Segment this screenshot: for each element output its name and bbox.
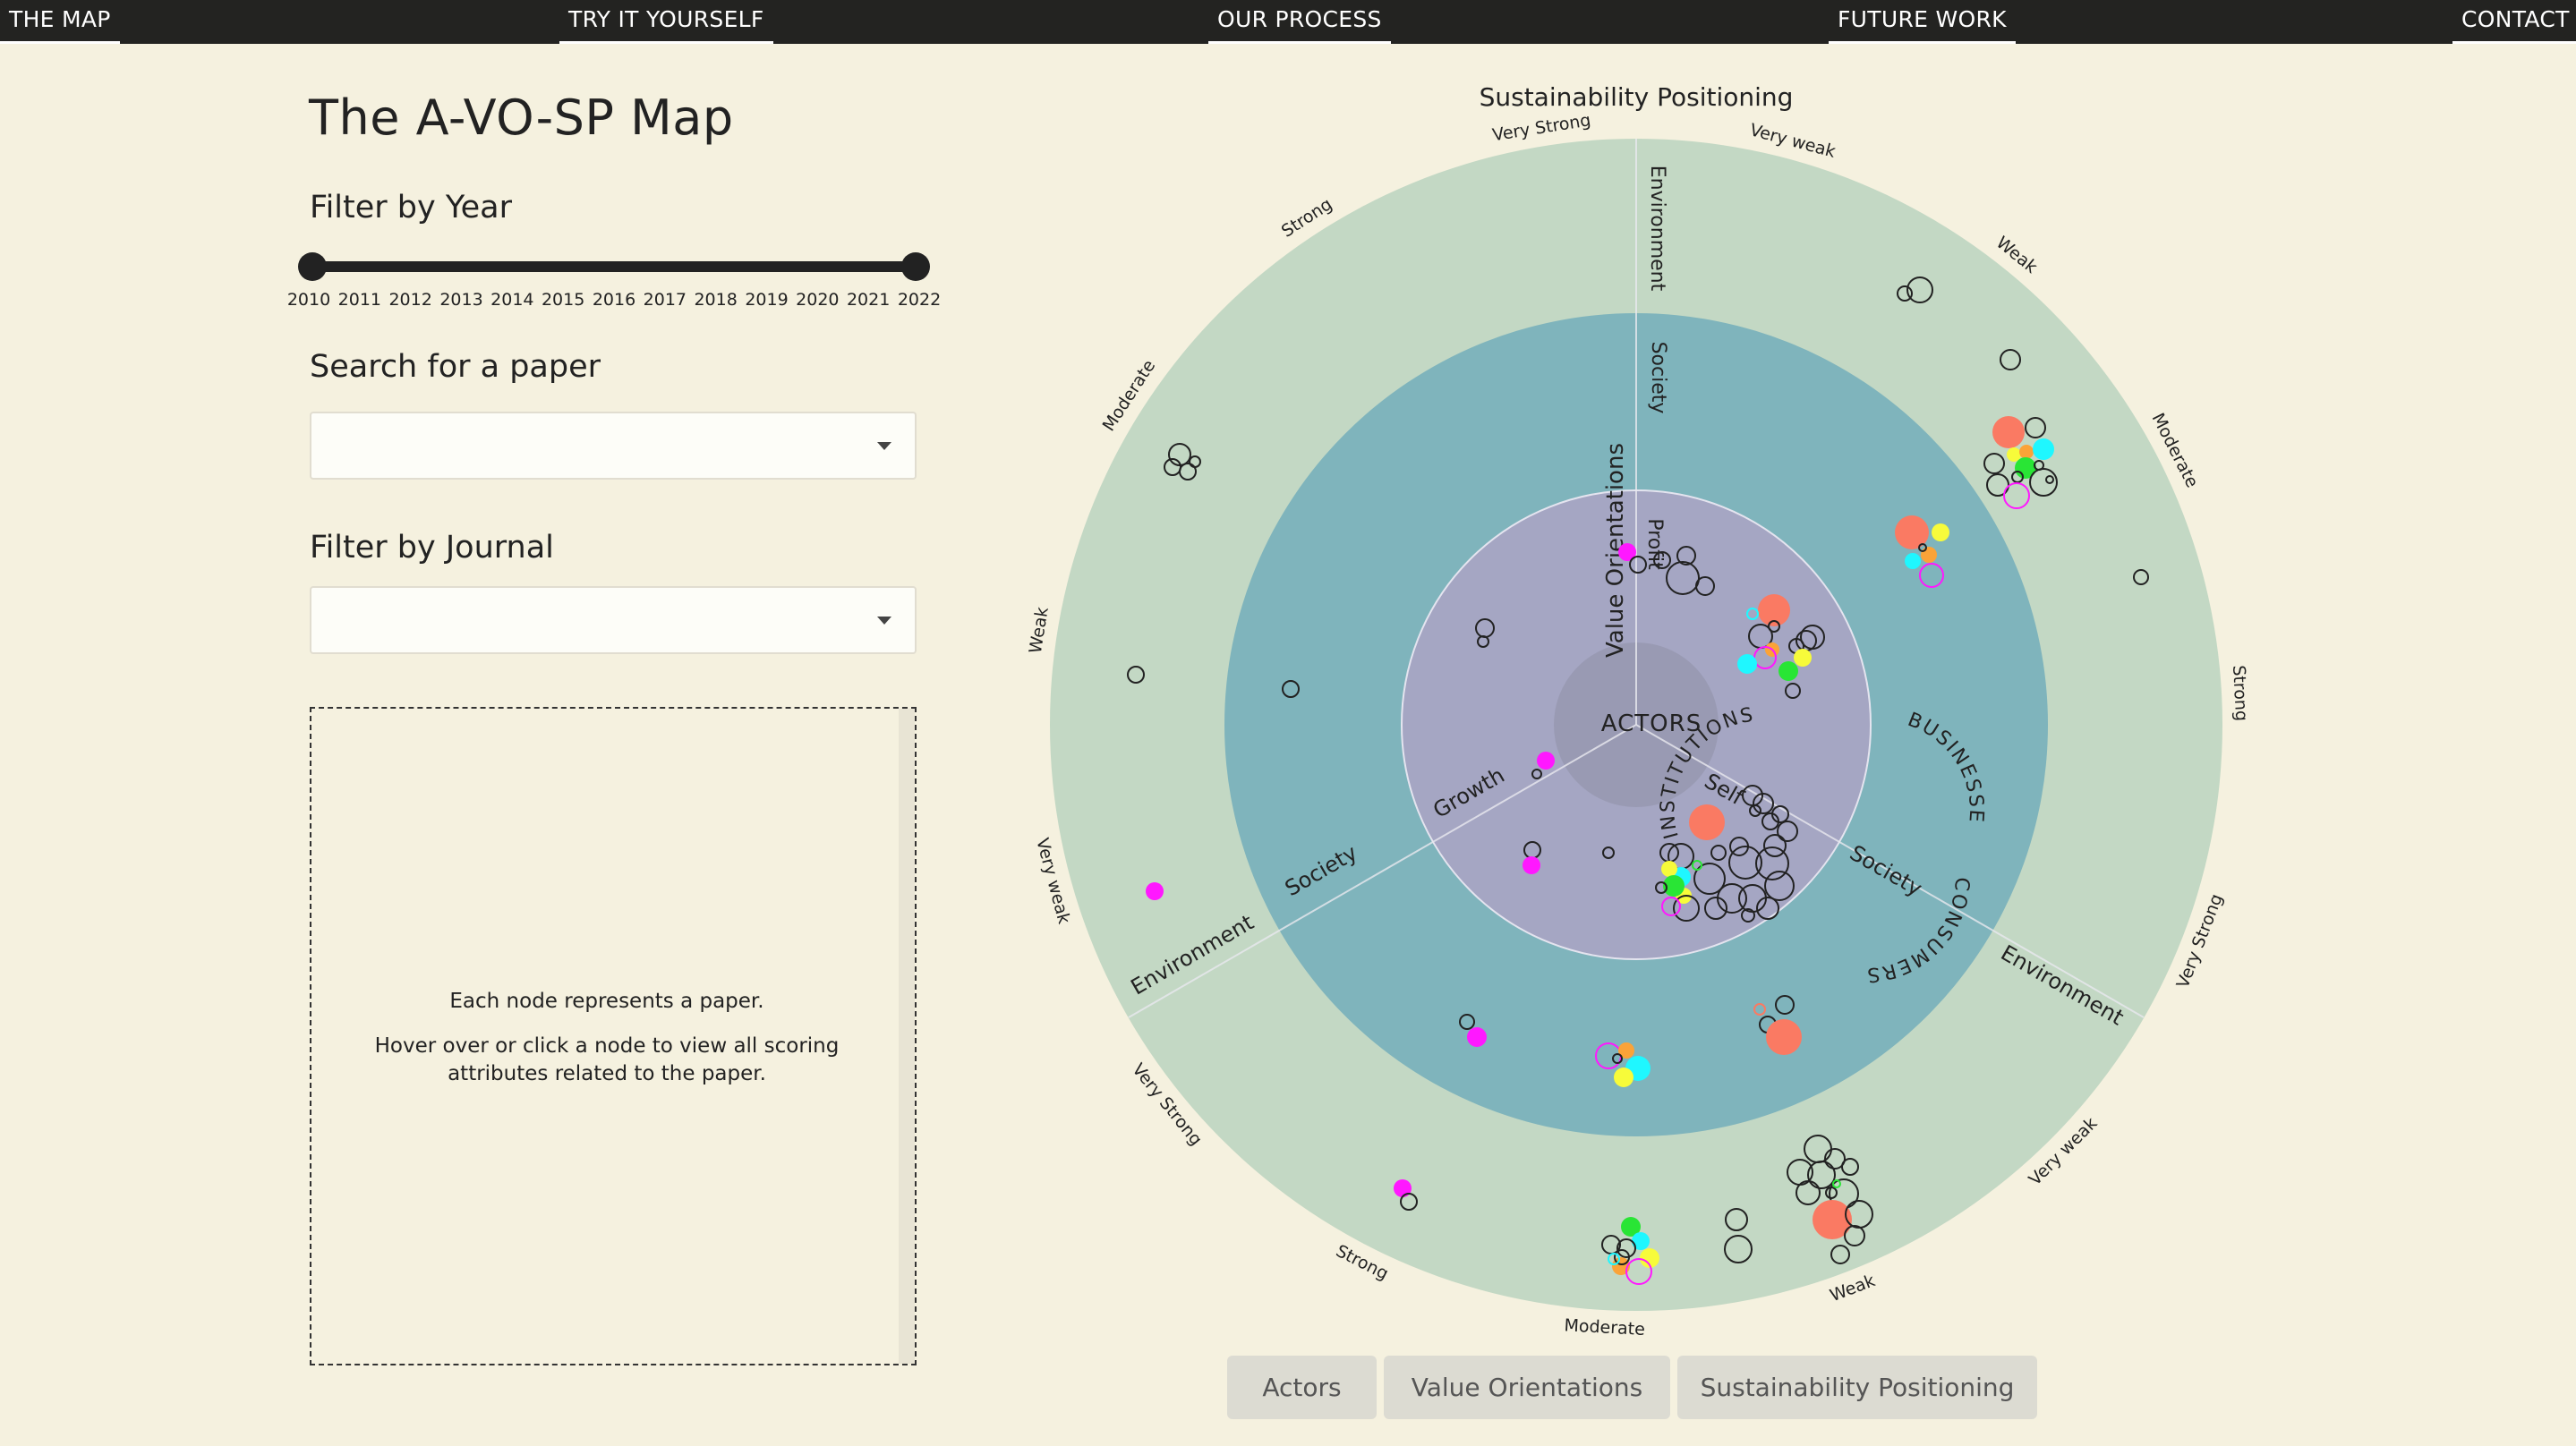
paper-node[interactable] xyxy=(1921,547,1937,563)
year-tick-label: 2013 xyxy=(439,290,483,310)
slider-track[interactable] xyxy=(309,261,919,272)
diagram-title: Sustainability Positioning xyxy=(1480,82,1794,112)
chevron-down-icon[interactable] xyxy=(877,442,891,450)
positioning-label: Strong xyxy=(2229,665,2251,722)
year-tick-label: 2021 xyxy=(846,290,891,310)
paper-node[interactable] xyxy=(1146,882,1164,900)
paper-node[interactable] xyxy=(1905,553,1921,569)
nav-the-map[interactable]: THE MAP xyxy=(0,0,120,44)
avosp-radial-map: Sustainability Positioning ACTORS BUSINE… xyxy=(985,54,2251,1340)
paper-search-select[interactable] xyxy=(310,412,917,480)
nav-contact[interactable]: CONTACT xyxy=(2452,0,2576,44)
year-tick-label: 2012 xyxy=(388,290,432,310)
paper-node[interactable] xyxy=(1614,1067,1633,1087)
year-tick-label: 2010 xyxy=(286,290,331,310)
paper-node[interactable] xyxy=(2015,457,2036,479)
year-tick-label: 2018 xyxy=(694,290,738,310)
nav-try-it-yourself[interactable]: TRY IT YOURSELF xyxy=(559,0,773,44)
paper-node[interactable] xyxy=(1794,649,1812,667)
year-tick-label: 2020 xyxy=(796,290,840,310)
paper-node[interactable] xyxy=(1992,416,2025,448)
paper-node[interactable] xyxy=(1778,661,1798,681)
environment-label-top: Environment xyxy=(1646,166,1668,292)
chevron-down-icon[interactable] xyxy=(877,617,891,625)
nav-our-process[interactable]: OUR PROCESS xyxy=(1208,0,1391,44)
year-tick-label: 2015 xyxy=(541,290,585,310)
sustainability-positioning-button[interactable]: Sustainability Positioning xyxy=(1677,1356,2037,1419)
paper-node[interactable] xyxy=(1523,856,1540,874)
value-orientations-button[interactable]: Value Orientations xyxy=(1384,1356,1670,1419)
positioning-label: Weak xyxy=(1026,606,1053,655)
paper-node[interactable] xyxy=(2033,438,2054,460)
year-tick-labels: 2010 2011 2012 2013 2014 2015 2016 2017 2018 2019… xyxy=(287,290,942,313)
journal-select[interactable] xyxy=(310,586,917,654)
slider-handle-end[interactable] xyxy=(901,252,930,281)
positioning-label: Moderate xyxy=(1564,1315,1645,1340)
paper-node[interactable] xyxy=(1467,1027,1487,1047)
nav-future-work[interactable]: FUTURE WORK xyxy=(1829,0,2016,44)
year-tick-label: 2019 xyxy=(745,290,789,310)
paper-node[interactable] xyxy=(1766,1019,1802,1055)
journal-filter-label: Filter by Journal xyxy=(310,530,554,566)
year-tick-label: 2016 xyxy=(592,290,636,310)
search-label: Search for a paper xyxy=(310,349,601,385)
positioning-label: Very Strong xyxy=(1491,110,1592,145)
info-line-3: attributes related to the paper. xyxy=(448,1062,766,1085)
year-tick-label: 2022 xyxy=(897,290,942,310)
year-tick-label: 2017 xyxy=(643,290,687,310)
paper-node[interactable] xyxy=(1661,861,1677,877)
paper-node[interactable] xyxy=(2019,445,2034,459)
year-tick-label: 2011 xyxy=(337,290,381,310)
year-filter-label: Filter by Year xyxy=(310,190,512,225)
info-line-2: Hover over or click a node to view all s… xyxy=(374,1034,840,1058)
actors-center-label: ACTORS xyxy=(1601,710,1702,737)
year-tick-label: 2014 xyxy=(490,290,534,310)
slider-handle-start[interactable] xyxy=(298,252,327,281)
info-line-1: Each node represents a paper. xyxy=(449,990,764,1013)
paper-node[interactable] xyxy=(1932,523,1949,541)
actors-button[interactable]: Actors xyxy=(1227,1356,1377,1419)
top-nav: THE MAP TRY IT YOURSELF OUR PROCESS FUTU… xyxy=(0,0,2576,44)
society-label-top: Society xyxy=(1647,342,1669,414)
paper-node[interactable] xyxy=(1689,804,1725,840)
paper-node[interactable] xyxy=(1737,654,1757,674)
page-title: The A-VO-SP Map xyxy=(309,89,734,146)
paper-info-panel: Each node represents a paper. Hover over… xyxy=(310,707,917,1365)
paper-node[interactable] xyxy=(1537,752,1555,770)
